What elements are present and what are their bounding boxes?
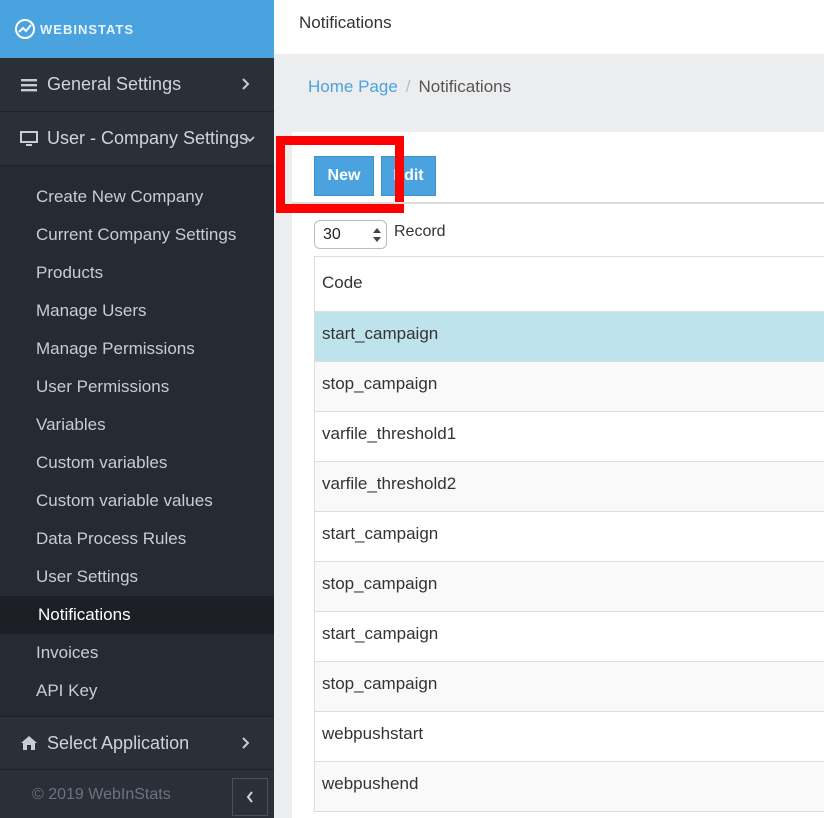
brand-name: WEBINSTATS (40, 21, 135, 37)
topbar: Notifications (274, 0, 824, 54)
sidebar-item-current-company-settings[interactable]: Current Company Settings (0, 216, 274, 254)
monitor-icon (20, 130, 38, 148)
sidebar-collapse-button[interactable] (232, 778, 268, 816)
table-row[interactable]: webpushend (315, 762, 824, 812)
page-title: Notifications (299, 13, 392, 32)
brand-logo[interactable]: WEBINSTATS (0, 0, 274, 58)
chart-logo-icon (15, 19, 35, 39)
menu-general-settings[interactable]: General Settings (0, 58, 274, 112)
chevron-down-icon (245, 136, 255, 143)
sidebar-item-user-permissions[interactable]: User Permissions (0, 368, 274, 406)
sidebar-item-invoices[interactable]: Invoices (0, 634, 274, 672)
menu-select-application-label: Select Application (47, 732, 190, 753)
sidebar-item-custom-variable-values[interactable]: Custom variable values (0, 482, 274, 520)
breadcrumb-home-link[interactable]: Home Page (308, 77, 398, 96)
table-row[interactable]: varfile_threshold1 (315, 412, 824, 462)
breadcrumb-current: Notifications (418, 77, 512, 96)
table-row[interactable]: varfile_threshold2 (315, 462, 824, 512)
stepper-arrows-icon (373, 228, 381, 242)
chevron-right-icon (242, 78, 250, 90)
toolbar-divider (292, 202, 824, 204)
table-header-code[interactable]: Code (315, 256, 824, 312)
table-row[interactable]: start_campaign (315, 512, 824, 562)
notifications-table: Code start_campaign stop_campaign varfil… (314, 256, 824, 812)
sidebar-item-custom-variables[interactable]: Custom variables (0, 444, 274, 482)
sidebar-item-api-key[interactable]: API Key (0, 672, 274, 710)
table-row[interactable]: stop_campaign (315, 562, 824, 612)
table-row[interactable]: stop_campaign (315, 662, 824, 712)
menu-select-application[interactable]: Select Application (0, 716, 274, 770)
sidebar-item-manage-permissions[interactable]: Manage Permissions (0, 330, 274, 368)
sidebar-item-data-process-rules[interactable]: Data Process Rules (0, 520, 274, 558)
home-icon (20, 734, 38, 752)
menu-user-company-settings-label: User - Company Settings (47, 128, 249, 148)
sidebar-item-user-settings[interactable]: User Settings (0, 558, 274, 596)
chevron-right-icon (242, 737, 250, 749)
hamburger-icon (20, 76, 38, 94)
breadcrumb-separator: / (405, 77, 411, 96)
submenu-user-company: Create New Company Current Company Setti… (0, 166, 274, 716)
sidebar-item-variables[interactable]: Variables (0, 406, 274, 444)
menu-general-settings-label: General Settings (47, 74, 182, 94)
records-per-page-value: 30 (323, 226, 341, 243)
sidebar-item-manage-users[interactable]: Manage Users (0, 292, 274, 330)
table-row[interactable]: webpushstart (315, 712, 824, 762)
records-label: Record (394, 223, 446, 240)
sidebar: WEBINSTATS General Settings User - Compa… (0, 0, 274, 818)
table-row[interactable]: stop_campaign (315, 362, 824, 412)
table-row[interactable]: start_campaign (315, 612, 824, 662)
sidebar-item-notifications[interactable]: Notifications (0, 596, 274, 634)
records-per-page-select[interactable]: 30 (314, 220, 387, 249)
sidebar-item-products[interactable]: Products (0, 254, 274, 292)
table-row[interactable]: start_campaign (315, 312, 824, 362)
menu-user-company-settings[interactable]: User - Company Settings (0, 112, 274, 166)
sidebar-item-create-new-company[interactable]: Create New Company (0, 178, 274, 216)
chevron-left-icon (246, 791, 253, 803)
breadcrumb: Home Page / Notifications (308, 77, 511, 97)
